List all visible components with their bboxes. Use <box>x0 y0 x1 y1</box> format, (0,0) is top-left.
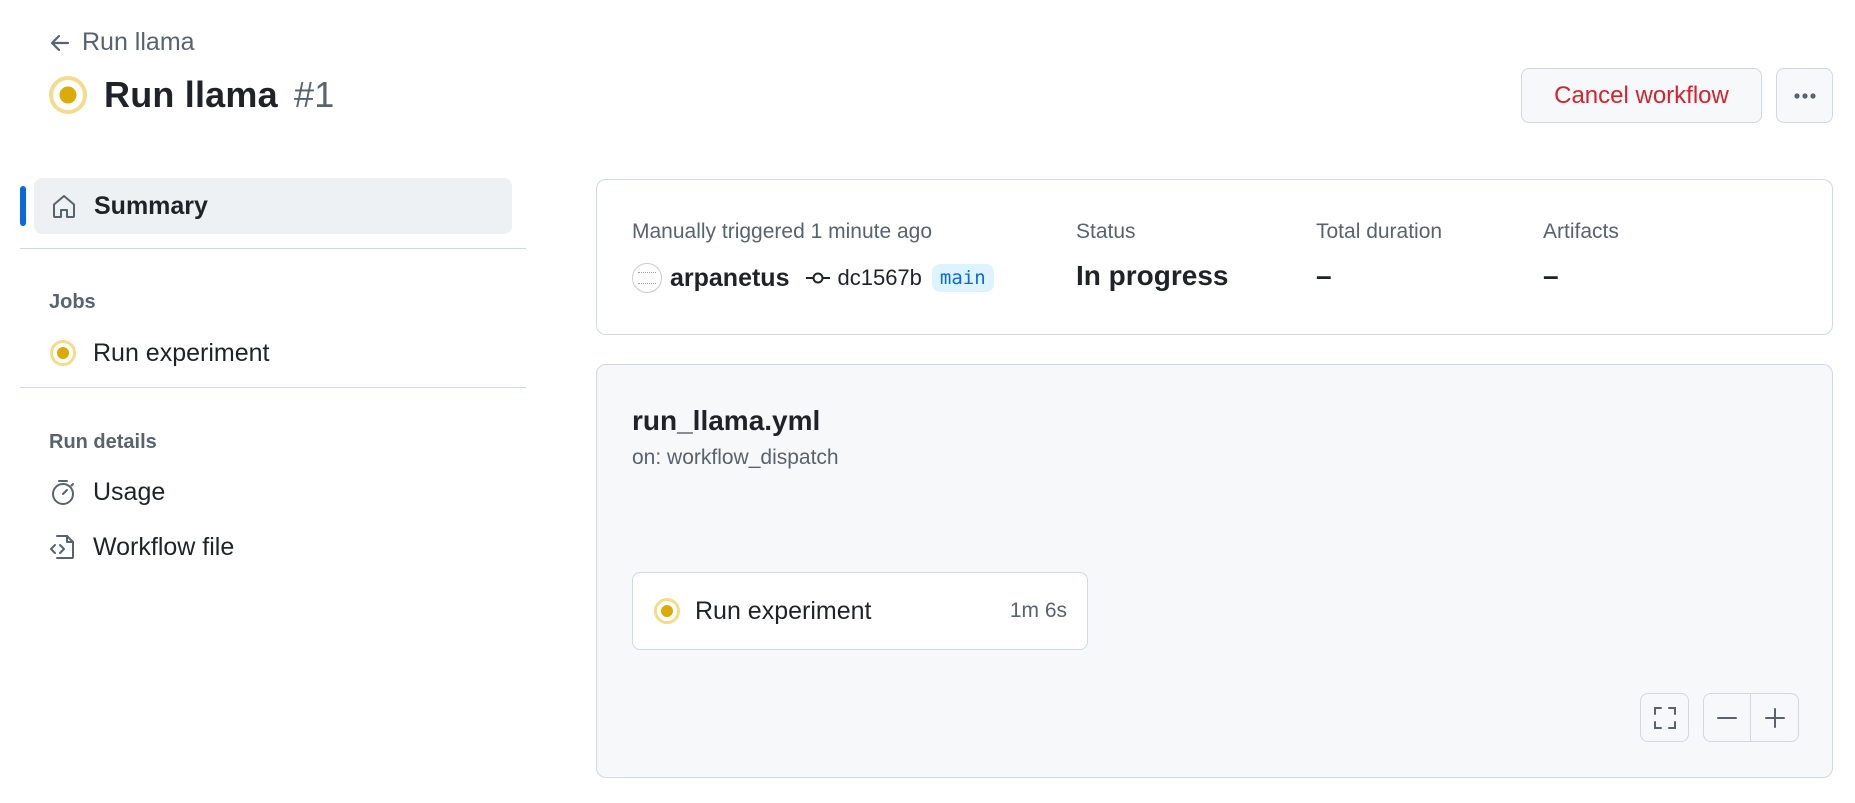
trigger-details: arpanetus dc1567b main <box>632 263 994 293</box>
cancel-workflow-button[interactable]: Cancel workflow <box>1521 68 1762 123</box>
back-link-label: Run llama <box>82 28 195 56</box>
sidebar-item-label: Workflow file <box>93 532 235 561</box>
zoom-out-button[interactable] <box>1704 694 1752 741</box>
workflow-trigger: on: workflow_dispatch <box>632 446 839 469</box>
back-link[interactable]: Run llama <box>48 28 195 57</box>
jobs-heading: Jobs <box>49 291 96 313</box>
page-title-row: Run llama #1 <box>48 74 335 116</box>
sidebar-item-summary[interactable]: Summary <box>20 178 512 234</box>
total-duration-label: Total duration <box>1316 220 1443 243</box>
branch-badge[interactable]: main <box>931 264 994 292</box>
sidebar-item-usage[interactable]: Usage <box>49 472 165 512</box>
file-code-icon <box>50 535 74 559</box>
plus-icon <box>1764 707 1785 728</box>
run-summary-card: Manually triggered 1 minute ago arpanetu… <box>596 179 1833 335</box>
status-label: Status <box>1076 220 1136 243</box>
sidebar-item-workflow-file[interactable]: Workflow file <box>49 527 234 567</box>
artifacts-label: Artifacts <box>1543 220 1619 243</box>
in-progress-icon <box>50 340 76 366</box>
job-node-run-experiment[interactable]: Run experiment 1m 6s <box>632 572 1088 650</box>
arrow-left-icon <box>50 34 70 51</box>
artifacts-value: – <box>1543 260 1559 291</box>
git-commit-icon <box>806 272 831 284</box>
kebab-horizontal-icon <box>1793 92 1816 99</box>
total-duration-value: – <box>1316 260 1332 291</box>
in-progress-icon <box>49 76 87 114</box>
commit-sha: dc1567b <box>837 265 922 290</box>
job-duration: 1m 6s <box>1009 599 1067 622</box>
run-title: Run llama <box>104 74 278 115</box>
sidebar-item-label: Summary <box>94 191 208 220</box>
zoom-in-button[interactable] <box>1751 694 1798 741</box>
page-title: Run llama #1 <box>104 74 335 116</box>
run-details-heading: Run details <box>49 431 157 453</box>
in-progress-icon <box>654 598 680 624</box>
sidebar-item-label: Run experiment <box>93 338 270 367</box>
trigger-text: Manually triggered 1 minute ago <box>632 220 933 243</box>
more-options-button[interactable] <box>1776 68 1833 123</box>
job-name: Run experiment <box>695 596 872 625</box>
actor-link[interactable]: arpanetus <box>670 264 789 293</box>
dash-icon <box>1717 716 1737 719</box>
status-value: In progress <box>1076 260 1229 291</box>
sidebar-item-run-experiment[interactable]: Run experiment <box>49 333 269 373</box>
screen-full-icon <box>1653 706 1676 729</box>
divider <box>20 248 526 249</box>
workflow-graph: run_llama.yml on: workflow_dispatch Run … <box>596 364 1833 778</box>
sidebar-item-label: Usage <box>93 477 166 506</box>
workflow-file-name[interactable]: run_llama.yml <box>632 405 820 437</box>
home-icon <box>53 195 75 218</box>
run-number: #1 <box>294 74 335 115</box>
stopwatch-icon <box>52 480 74 505</box>
fullscreen-button[interactable] <box>1640 693 1689 742</box>
divider <box>20 387 526 388</box>
avatar[interactable] <box>632 263 662 293</box>
zoom-controls <box>1703 693 1799 742</box>
commit-link[interactable]: dc1567b <box>805 265 922 291</box>
